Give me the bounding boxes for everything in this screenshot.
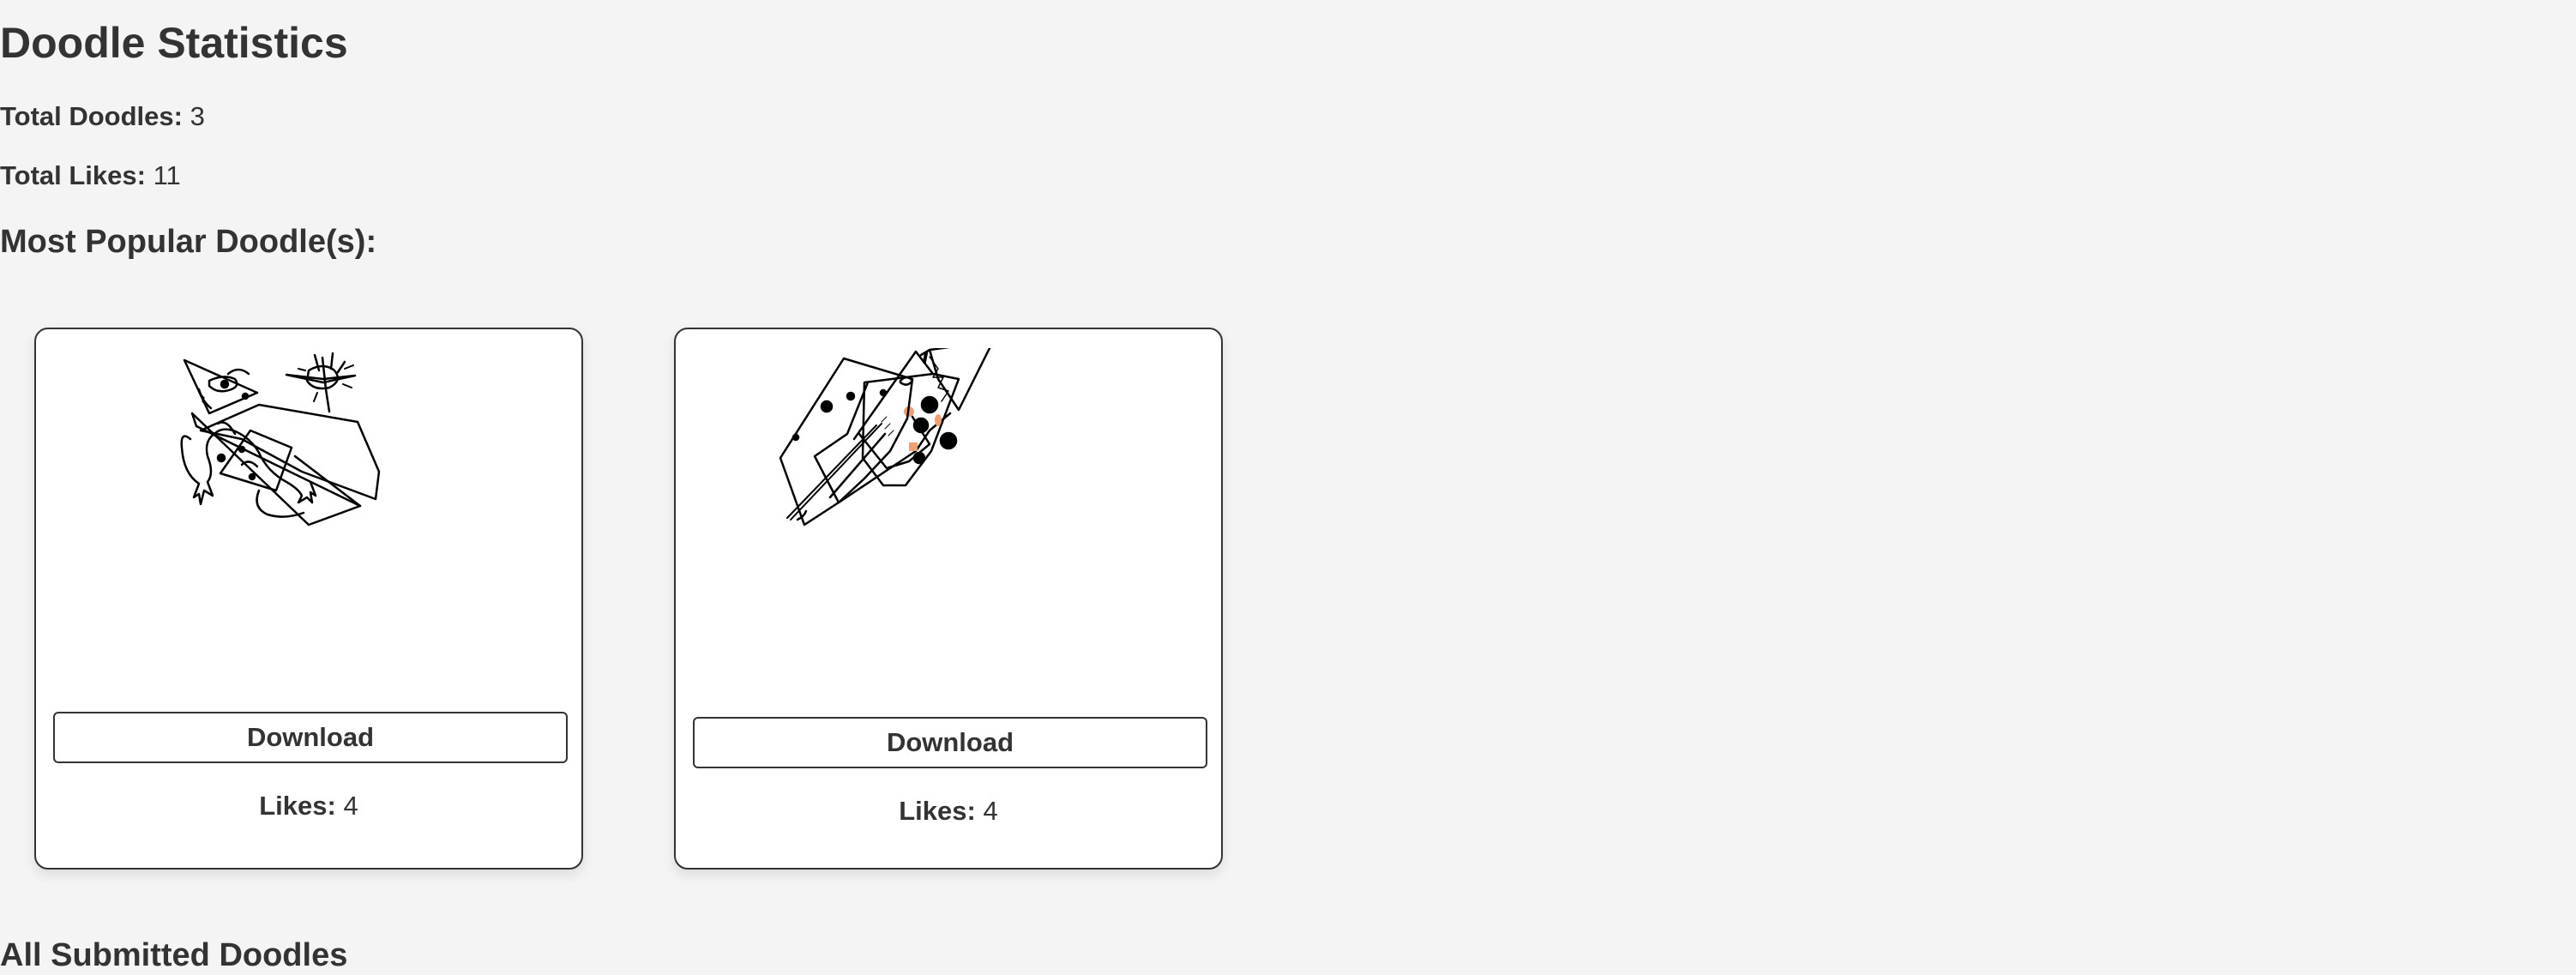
likes-count: Likes: 4 — [36, 789, 581, 823]
likes-count: Likes: 4 — [676, 794, 1221, 828]
likes-value: 4 — [983, 796, 998, 826]
total-doodles-value: 3 — [190, 101, 205, 131]
download-button[interactable]: Download — [693, 717, 1207, 768]
all-doodles-heading: All Submitted Doodles — [0, 937, 348, 973]
likes-label: Likes: — [259, 791, 336, 821]
doodle-image — [779, 348, 991, 527]
likes-label: Likes: — [899, 796, 976, 826]
download-button[interactable]: Download — [53, 712, 568, 763]
likes-value: 4 — [343, 791, 358, 821]
most-popular-heading: Most Popular Doodle(s): — [0, 224, 377, 260]
doodle-image — [180, 352, 381, 527]
total-likes-stat: Total Likes: 11 — [0, 159, 181, 193]
doodle-card: Download Likes: 4 — [674, 328, 1223, 870]
total-likes-label: Total Likes: — [0, 160, 146, 190]
total-likes-value: 11 — [153, 160, 181, 190]
total-doodles-stat: Total Doodles: 3 — [0, 99, 205, 134]
total-doodles-label: Total Doodles: — [0, 101, 183, 131]
doodle-card: Download Likes: 4 — [34, 328, 583, 870]
page-title: Doodle Statistics — [0, 19, 348, 67]
